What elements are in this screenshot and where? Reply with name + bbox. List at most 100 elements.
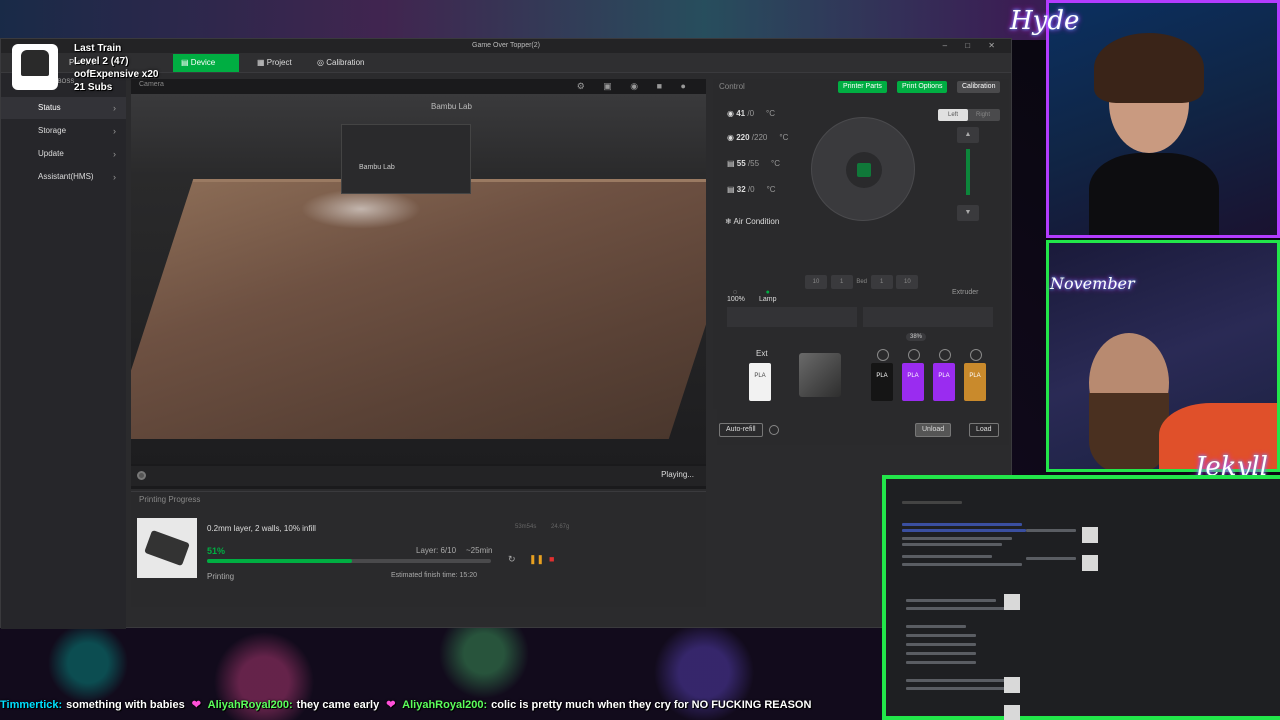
chat-ticker: Timmertick: something with babies ❤ Aliya… [0,698,880,714]
highlighted-answer-2 [902,529,1026,532]
side-result-line [1026,557,1076,560]
window-controls[interactable]: – □ ✕ [943,39,1003,53]
camera-toolbar-icons[interactable]: ⚙ ▣ ◉ ■ ● [577,81,694,92]
heart-icon: ❤ [191,699,202,711]
result-thumbnail [1004,677,1020,693]
nozzle-right-temp[interactable]: ◉ 220 /220 °C [727,133,788,142]
question-row[interactable] [906,661,976,664]
filament-weight-faded: 24.67g [551,524,570,530]
chevron-right-icon: › [113,126,116,136]
result-text-line [906,679,1006,682]
print-stage: Printing [207,572,235,581]
device-sidebar: OBOSS Status › Storage › Update › Assistant… [1,73,126,629]
bed-temp[interactable]: ▤ 55 /55 °C [727,159,780,168]
plate-reflection [301,189,421,229]
extruder-down-button[interactable]: ▼ [957,205,979,221]
job-name: 0.2mm layer, 2 walls, 10% infill [207,524,316,533]
nozzle-left-temp[interactable]: ◉ 41 /0 °C [727,109,775,118]
auto-refill-button[interactable]: Auto-refill [719,423,763,437]
result-text-line [902,537,1012,540]
progress-bar-fill [207,559,352,563]
print-options-button[interactable]: Print Options [897,81,948,93]
ams-tab-1[interactable] [863,307,993,327]
nozzle-icon: ◉ [727,133,737,142]
refresh-icon[interactable]: ↻ [508,554,516,565]
home-icon[interactable] [857,163,871,177]
result-text-line [906,599,996,602]
model-preview [144,529,190,567]
extruder-right-option[interactable]: Right [968,109,998,121]
extruder-up-button[interactable]: ▲ [957,127,979,143]
settings-icon[interactable] [769,425,779,435]
extruder-left-option[interactable]: Left [938,109,968,121]
chat-message: something with babies [66,699,185,711]
refresh-slot-1-icon[interactable] [877,349,889,361]
tab-calibration[interactable]: ◎ Calibration [309,54,372,72]
z-up-10-button[interactable]: 10 [805,275,827,289]
question-row[interactable] [906,634,976,637]
printer-brand-text: Bambu Lab [431,102,472,111]
streamer-1-shirt [1089,153,1219,235]
ams-tab-ext[interactable] [727,307,857,327]
ams-slot-4[interactable]: PLA [964,363,986,401]
extruder-toggle[interactable]: Left Right [938,109,1000,121]
printhead [341,124,471,194]
app-window: Game Over Topper(2) – □ ✕ Preview ▤ Devi… [0,38,1012,629]
refresh-slot-3-icon[interactable] [939,349,951,361]
ams-slot-2[interactable]: PLA [902,363,924,401]
refresh-slot-4-icon[interactable] [970,349,982,361]
heart-icon: ❤ [386,699,396,711]
tab-project[interactable]: ▦ Project [249,54,300,72]
xy-jog-pad[interactable] [811,117,915,221]
progress-percent: 51% [207,546,226,556]
layer-count: Layer: 6/10 [416,546,457,555]
result-thumbnail [1082,527,1098,543]
sidebar-item-assistant[interactable]: Assistant(HMS) › [1,166,126,188]
chevron-right-icon: › [113,103,116,113]
chevron-right-icon: › [113,149,116,159]
sidebar-item-update[interactable]: Update › [1,143,126,165]
printhead-brand-text: Bambu Lab [359,164,395,171]
result-thumbnail [1004,705,1020,720]
train-icon [21,50,49,76]
extruder-label: Extruder [952,289,979,296]
ams-slot-3[interactable]: PLA [933,363,955,401]
device-tab-icon: ▤ [181,58,189,67]
ams-slot-1[interactable]: PLA [871,363,893,401]
result-thumbnail [1082,555,1098,571]
lamp-toggle[interactable]: ● Lamp [759,289,777,303]
question-row[interactable] [906,643,976,646]
air-condition-row[interactable]: ❄ Air Condition [725,217,779,226]
fan-icon: ◌ [732,289,738,296]
sidebar-item-storage[interactable]: Storage › [1,120,126,142]
sidebar-item-status[interactable]: Status › [1,97,126,119]
load-button[interactable]: Load [969,423,999,437]
control-title: Control [719,82,745,91]
chat-user: AliyahRoyal200: [402,699,488,711]
progress-title: Printing Progress [139,495,201,504]
question-row[interactable] [906,652,976,655]
progress-bar [207,559,491,563]
printer-parts-button[interactable]: Printer Parts [838,81,887,93]
camera-statusbar: Playing... [131,466,706,486]
nozzle-icon: ◉ [727,109,737,118]
extruder-graphic [966,149,970,195]
result-text-line [906,607,1016,610]
bed-icon: ▤ [727,159,737,168]
refresh-slot-2-icon[interactable] [908,349,920,361]
november-badge: November [1050,274,1135,293]
fan-speed[interactable]: ◌ 100% [727,289,745,303]
z-up-1-button[interactable]: 1 [830,275,853,289]
calibration-button[interactable]: Calibration [957,81,1001,93]
z-down-10-button[interactable]: 10 [896,275,919,289]
ext-spool[interactable]: PLA [749,363,771,401]
unload-button[interactable]: Unload [915,423,952,437]
pause-icon[interactable]: ❚❚ [529,554,544,565]
ams-panel: Ext PLA 38% PLA PLA PLA PLA Auto-refill … [717,305,1009,445]
stop-icon[interactable]: ■ [549,554,554,564]
record-icon[interactable] [137,471,146,480]
tab-device[interactable]: ▤ Device [173,54,239,72]
time-remaining: ~25min [466,546,493,555]
chamber-temp[interactable]: ▤ 32 /0 °C [727,185,776,194]
z-down-1-button[interactable]: 1 [870,275,893,289]
